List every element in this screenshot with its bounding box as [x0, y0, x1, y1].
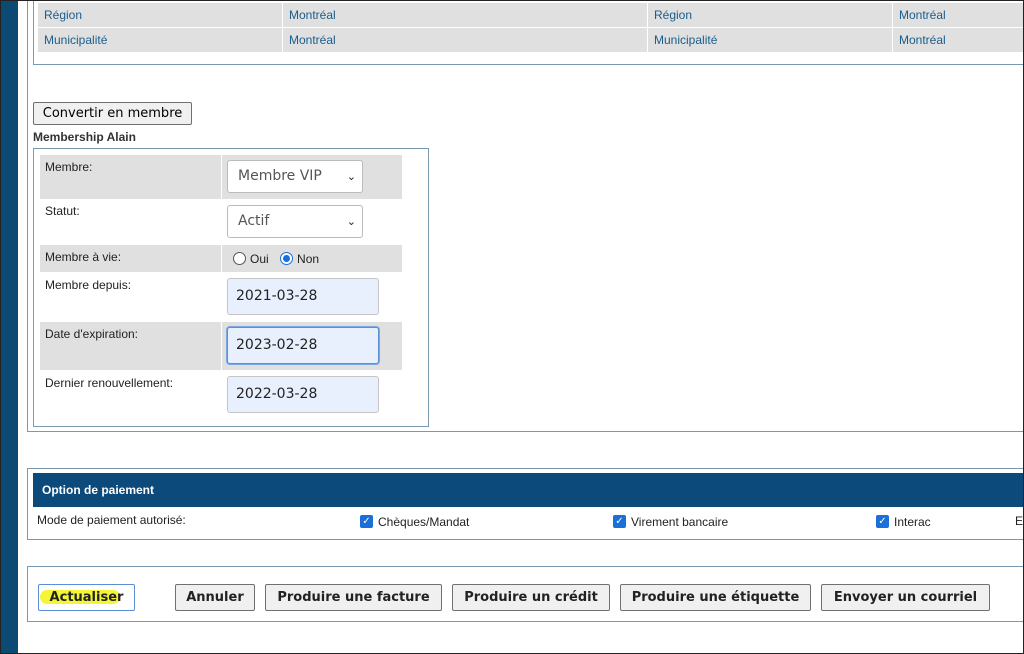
- interac-label: Interac: [894, 514, 931, 529]
- checkmark-icon: ✓: [876, 515, 889, 529]
- payment-header: Option de paiement: [33, 473, 1024, 507]
- depuis-row: Membre depuis: 2021-03-28: [40, 273, 402, 321]
- region-label-cell: Région: [37, 2, 283, 28]
- table-row: Municipalité Montréal Municipalité Montr…: [37, 27, 1024, 53]
- left-sidebar-strip: [1, 0, 18, 654]
- expiration-label: Date d'expiration:: [40, 322, 221, 370]
- municipality-value-cell: Montréal: [892, 27, 1024, 53]
- envoyer-courriel-button[interactable]: Envoyer un courriel: [821, 584, 990, 611]
- municipality-value-cell: Montréal: [282, 27, 648, 53]
- renouvellement-row: Dernier renouvellement: 2022-03-28: [40, 371, 402, 419]
- statut-select[interactable]: Actif ⌄: [227, 205, 363, 238]
- region-value-cell: Montréal: [282, 2, 648, 28]
- a-vie-row: Membre à vie: Oui Non: [40, 245, 402, 272]
- virement-label: Virement bancaire: [631, 514, 729, 529]
- table-row: Région Montréal Région Montréal: [37, 2, 1024, 28]
- membre-value-cell: Membre VIP ⌄: [222, 155, 402, 199]
- truncated-option-label: E: [1015, 514, 1024, 528]
- renouvellement-value-cell: 2022-03-28: [222, 371, 402, 419]
- membre-row: Membre: Membre VIP ⌄: [40, 155, 402, 199]
- depuis-value-cell: 2021-03-28: [222, 273, 402, 321]
- statut-label: Statut:: [45, 204, 80, 218]
- statut-row: Statut: Actif ⌄: [40, 199, 402, 244]
- checkmark-icon: ✓: [360, 515, 373, 529]
- produire-etiquette-button[interactable]: Produire une étiquette: [620, 584, 811, 611]
- non-label: Non: [297, 251, 320, 266]
- oui-radio[interactable]: [233, 252, 246, 266]
- chevron-down-icon: ⌄: [346, 170, 356, 183]
- a-vie-label: Membre à vie:: [40, 245, 221, 272]
- region-label-cell: Région: [647, 2, 893, 28]
- expiration-value-cell: 2023-02-28: [222, 322, 402, 370]
- renouvellement-input[interactable]: 2022-03-28: [227, 376, 379, 413]
- municipality-label-cell: Municipalité: [37, 27, 283, 53]
- interac-checkbox[interactable]: ✓ Interac: [876, 514, 931, 529]
- municipality-label-cell: Municipalité: [647, 27, 893, 53]
- statut-value-cell: Actif ⌄: [222, 199, 402, 244]
- expiration-input[interactable]: 2023-02-28: [227, 327, 379, 364]
- checkmark-icon: ✓: [613, 515, 626, 529]
- cheques-label: Chèques/Mandat: [378, 514, 470, 529]
- statut-select-value: Actif: [238, 213, 270, 229]
- membership-title: Membership Alain: [33, 130, 136, 144]
- annuler-button[interactable]: Annuler: [175, 584, 255, 611]
- payment-mode-label: Mode de paiement autorisé:: [37, 513, 186, 527]
- membre-label: Membre:: [40, 155, 221, 199]
- membre-select-value: Membre VIP: [238, 168, 322, 184]
- depuis-label: Membre depuis:: [45, 278, 132, 292]
- expiration-row: Date d'expiration: 2023-02-28: [40, 322, 402, 370]
- oui-label: Oui: [250, 251, 269, 266]
- depuis-input[interactable]: 2021-03-28: [227, 278, 379, 315]
- produire-credit-button[interactable]: Produire un crédit: [452, 584, 610, 611]
- actualiser-button[interactable]: Actualiser: [38, 584, 135, 611]
- region-value-cell: Montréal: [892, 2, 1024, 28]
- virement-checkbox[interactable]: ✓ Virement bancaire: [613, 514, 728, 529]
- membre-select[interactable]: Membre VIP ⌄: [227, 160, 363, 193]
- a-vie-radio-group: Oui Non: [233, 251, 327, 266]
- renouvellement-label: Dernier renouvellement:: [45, 376, 174, 390]
- convert-to-member-button[interactable]: Convertir en membre: [33, 102, 192, 125]
- produire-facture-button[interactable]: Produire une facture: [265, 584, 442, 611]
- non-radio[interactable]: [280, 252, 294, 266]
- cheques-checkbox[interactable]: ✓ Chèques/Mandat: [360, 514, 469, 529]
- region-table: Région Montréal Région Montréal Municipa…: [37, 2, 1024, 53]
- chevron-down-icon: ⌄: [346, 215, 356, 228]
- a-vie-value-cell: Oui Non: [222, 245, 402, 272]
